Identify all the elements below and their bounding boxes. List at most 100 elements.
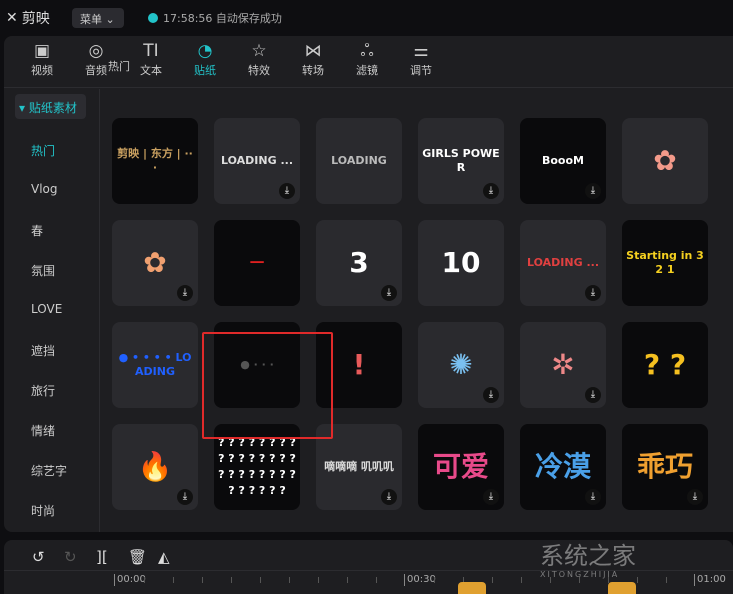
mirror-icon[interactable]: ◭: [158, 548, 170, 566]
download-icon[interactable]: ⤓: [585, 183, 601, 199]
ruler-minor-tick: [202, 577, 203, 583]
sticker-tile[interactable]: ✲ ⤓: [520, 322, 606, 408]
sticker-preview: 3: [349, 245, 369, 279]
sticker-tile[interactable]: GIRLS POWER ⤓: [418, 118, 504, 204]
sidebar-item[interactable]: 旅行: [31, 382, 55, 399]
sticker-tile[interactable]: 剪映 | 东方 | ···: [112, 118, 198, 204]
section-title: 热门: [108, 60, 130, 73]
sidebar-item[interactable]: LOVE: [31, 302, 62, 316]
undo-icon[interactable]: ↺: [32, 548, 45, 566]
sticker-tile[interactable]: 3 ⤓: [316, 220, 402, 306]
download-icon[interactable]: ⤓: [687, 489, 703, 505]
sticker-tile[interactable]: 冷漠 ⤓: [520, 424, 606, 510]
download-icon[interactable]: ⤓: [483, 387, 499, 403]
sticker-tile[interactable]: ● • • • • LOADING: [112, 322, 198, 408]
sidebar-item[interactable]: 热门: [31, 142, 55, 159]
sticker-preview: LOADING ...: [220, 153, 293, 167]
download-icon[interactable]: ⤓: [381, 489, 397, 505]
sticker-preview: LOADING ...: [526, 255, 599, 269]
download-icon[interactable]: ⤓: [381, 285, 397, 301]
ruler-tick-label: 01:00: [694, 574, 726, 586]
download-icon[interactable]: ⤓: [585, 387, 601, 403]
sidebar-item[interactable]: 情绪: [31, 422, 55, 439]
sidebar-item[interactable]: 氛围: [31, 262, 55, 279]
ruler-tick-label: 00:30: [404, 574, 436, 586]
sticker-tile[interactable]: Starting in 3 2 1: [622, 220, 708, 306]
ruler-minor-tick: [666, 577, 667, 583]
tab-text[interactable]: TI 文本: [126, 40, 176, 78]
tab-label: 音频: [85, 64, 107, 77]
download-icon[interactable]: ⤓: [177, 489, 193, 505]
tab-effects[interactable]: ☆ 特效: [234, 40, 284, 78]
sidebar-category-header[interactable]: ▾ 贴纸素材: [15, 94, 86, 119]
sticker-preview: 10: [441, 245, 481, 279]
sticker-tile[interactable]: LOADING: [316, 118, 402, 204]
filter-icon: ஃ: [360, 41, 374, 61]
watermark-text: 系统之家: [540, 542, 636, 570]
tab-sticker[interactable]: ◔ 贴纸: [180, 40, 230, 78]
sticker-tile[interactable]: ✺ ⤓: [418, 322, 504, 408]
download-icon[interactable]: ⤓: [483, 489, 499, 505]
sidebar-item[interactable]: 时尚: [31, 502, 55, 519]
tab-transition[interactable]: ⋈ 转场: [288, 40, 338, 78]
clip-marker[interactable]: [608, 582, 636, 594]
ruler-minor-tick: [376, 577, 377, 583]
delete-icon[interactable]: 🗑: [128, 548, 147, 566]
sticker-tile[interactable]: LOADING ... ⤓: [520, 220, 606, 306]
ruler-minor-tick: [173, 577, 174, 583]
download-icon[interactable]: ⤓: [483, 183, 499, 199]
sticker-preview: ✺: [449, 347, 473, 381]
sticker-preview: ? ?: [643, 347, 687, 381]
download-icon[interactable]: ⤓: [177, 285, 193, 301]
sticker-preview: BoooM: [541, 153, 584, 167]
sticker-tile[interactable]: BoooM ⤓: [520, 118, 606, 204]
ruler-minor-tick: [318, 577, 319, 583]
sticker-tile[interactable]: ✿ ⤓: [112, 220, 198, 306]
tab-filter[interactable]: ஃ 滤镜: [342, 40, 392, 78]
sticker-preview: 冷漠: [534, 449, 591, 483]
sidebar-item[interactable]: 遮挡: [31, 342, 55, 359]
sticker-preview: 嘀嘀嘀 叽叽叽: [324, 459, 394, 473]
sticker-preview: ● • • • • LOADING: [118, 350, 192, 378]
download-icon[interactable]: ⤓: [585, 285, 601, 301]
sticker-preview: ✲: [551, 347, 575, 381]
redo-icon[interactable]: ↻: [64, 548, 77, 566]
sticker-preview: GIRLS POWER: [422, 146, 500, 174]
sticker-tile[interactable]: 10: [418, 220, 504, 306]
sticker-tile[interactable]: 🔥 ⤓: [112, 424, 198, 510]
sticker-tile[interactable]: ? ?: [622, 322, 708, 408]
adjust-icon: ⚌: [413, 41, 429, 61]
tab-video[interactable]: ▣ 视频: [17, 40, 67, 78]
text-icon: TI: [143, 41, 159, 61]
download-icon[interactable]: ⤓: [585, 489, 601, 505]
download-icon[interactable]: ⤓: [279, 183, 295, 199]
sidebar-item[interactable]: 综艺字: [31, 462, 67, 479]
tab-label: 滤镜: [356, 64, 378, 77]
sidebar-item[interactable]: 春: [31, 222, 43, 239]
sticker-preview: 剪映 | 东方 | ···: [117, 146, 193, 174]
sticker-preview: ? ? ? ? ? ? ? ? ? ? ? ? ? ? ? ? ? ? ? ? …: [218, 436, 296, 497]
highlight-box: [202, 332, 333, 439]
sticker-tile[interactable]: ━━: [214, 220, 300, 306]
ruler-minor-tick: [347, 577, 348, 583]
tab-label: 特效: [248, 64, 270, 77]
status-text: 17:58:56 自动保存成功: [163, 12, 282, 25]
sidebar: ▾ 贴纸素材 热门 Vlog 春氛围 LOVE 遮挡旅行情绪综艺字时尚: [4, 89, 100, 532]
sticker-tile[interactable]: LOADING ... ⤓: [214, 118, 300, 204]
sticker-tile[interactable]: ✿: [622, 118, 708, 204]
sidebar-item[interactable]: Vlog: [31, 182, 58, 196]
clip-marker[interactable]: [458, 582, 486, 594]
ruler-minor-tick: [260, 577, 261, 583]
split-icon[interactable]: ][: [96, 548, 108, 566]
sticker-preview: 乖巧: [636, 449, 693, 483]
ruler-minor-tick: [144, 577, 145, 583]
sticker-preview: ✿: [653, 143, 677, 177]
menu-button[interactable]: 菜单 ⌄: [72, 8, 124, 28]
ruler-minor-tick: [434, 577, 435, 583]
effects-icon: ☆: [251, 41, 267, 61]
ruler-minor-tick: [521, 577, 522, 583]
sticker-preview: 🔥: [137, 449, 173, 483]
sticker-tile[interactable]: 可爱 ⤓: [418, 424, 504, 510]
tab-adjust[interactable]: ⚌ 调节: [396, 40, 446, 78]
sticker-tile[interactable]: 乖巧 ⤓: [622, 424, 708, 510]
